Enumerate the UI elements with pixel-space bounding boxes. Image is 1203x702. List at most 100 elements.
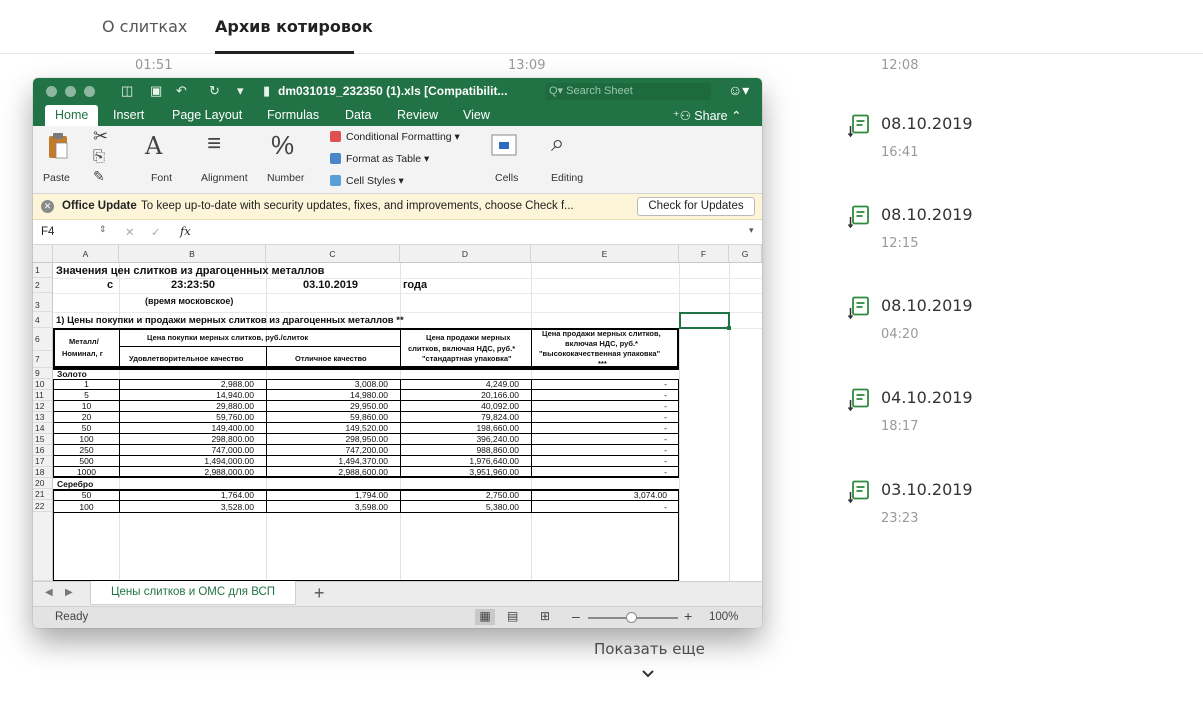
table-cell[interactable]: 5	[53, 390, 119, 401]
font-group[interactable]: A Font	[139, 126, 189, 194]
close-update-icon[interactable]: ✕	[41, 200, 54, 213]
table-cell[interactable]: 40,092.00	[400, 401, 531, 412]
table-cell[interactable]: 149,520.00	[266, 423, 400, 434]
tab-insert[interactable]: Insert	[113, 108, 144, 122]
zoom-out-icon[interactable]: –	[572, 608, 580, 624]
add-sheet-icon[interactable]: +	[314, 583, 325, 604]
table-cell[interactable]: -	[531, 401, 679, 412]
table-cell[interactable]: 988,860.00	[400, 445, 531, 456]
copy-icon[interactable]: ⎘	[93, 148, 105, 165]
table-cell[interactable]: -	[531, 423, 679, 434]
undo-icon[interactable]: ↶	[176, 83, 187, 99]
zoom-slider-thumb[interactable]	[626, 612, 637, 623]
row-header[interactable]: 13	[33, 412, 53, 423]
search-sheet-input[interactable]: Q▾ Search Sheet	[545, 83, 711, 100]
name-box[interactable]: F4	[41, 226, 54, 238]
table-cell[interactable]: -	[531, 456, 679, 467]
share-button[interactable]: ⁺⚇ Share ⌃	[673, 108, 742, 123]
fill-handle[interactable]	[727, 326, 731, 330]
page-break-view-icon[interactable]: ⊞	[540, 609, 550, 623]
function-fx-icon[interactable]: fx	[180, 224, 191, 238]
table-cell[interactable]: 3,528.00	[119, 501, 266, 513]
formula-input[interactable]	[203, 225, 753, 241]
table-cell[interactable]: -	[531, 445, 679, 456]
row-header[interactable]: 21	[33, 489, 53, 500]
cut-scissors-icon[interactable]: ✂	[93, 126, 108, 147]
row-header[interactable]: 9	[33, 368, 53, 379]
table-cell[interactable]: 79,824.00	[400, 412, 531, 423]
table-cell[interactable]: 100	[53, 501, 119, 513]
row-header[interactable]: 4	[33, 312, 53, 328]
table-cell[interactable]: 5,380.00	[400, 501, 531, 513]
show-more-link[interactable]: Показать еще	[594, 640, 705, 658]
table-cell[interactable]: 1000	[53, 467, 119, 478]
table-cell[interactable]: 298,800.00	[119, 434, 266, 445]
table-cell[interactable]: 20	[53, 412, 119, 423]
enter-check-icon[interactable]: ✓	[151, 225, 161, 239]
next-sheet-icon[interactable]: ▶	[65, 587, 73, 598]
row-header[interactable]: 18	[33, 467, 53, 478]
format-painter-icon[interactable]: ✎	[93, 168, 105, 185]
table-cell[interactable]: 2,750.00	[400, 489, 531, 501]
table-cell[interactable]: 250	[53, 445, 119, 456]
prev-sheet-icon[interactable]: ◀	[45, 587, 53, 598]
table-cell[interactable]: 747,200.00	[266, 445, 400, 456]
table-cell[interactable]: 59,860.00	[266, 412, 400, 423]
table-cell[interactable]: 59,760.00	[119, 412, 266, 423]
window-minimize-button[interactable]	[65, 86, 76, 97]
tab-page-layout[interactable]: Page Layout	[172, 108, 242, 122]
number-group[interactable]: % Number	[267, 126, 319, 194]
table-cell[interactable]: 3,008.00	[266, 379, 400, 390]
table-cell[interactable]: -	[531, 412, 679, 423]
row-header[interactable]: 12	[33, 401, 53, 412]
table-cell[interactable]: 198,660.00	[400, 423, 531, 434]
tab-home[interactable]: Home	[45, 105, 99, 126]
window-zoom-button[interactable]	[84, 86, 95, 97]
table-cell[interactable]: 2,988,600.00	[266, 467, 400, 478]
tab-formulas[interactable]: Formulas	[267, 108, 319, 122]
row-header[interactable]: 2	[33, 278, 53, 293]
tab-review[interactable]: Review	[397, 108, 438, 122]
table-cell[interactable]: 100	[53, 434, 119, 445]
tab-view[interactable]: View	[463, 108, 490, 122]
paste-group[interactable]: ✂ ⎘ ✎ Paste	[41, 126, 121, 194]
table-cell[interactable]: 3,951,960.00	[400, 467, 531, 478]
conditional-formatting-button[interactable]: Conditional Formatting ▾	[330, 131, 460, 143]
row-header[interactable]: 14	[33, 423, 53, 434]
tab-quotes-archive[interactable]: Архив котировок	[215, 17, 373, 36]
sidebar-toggle-icon[interactable]: ◫	[121, 83, 133, 99]
tab-about-bars[interactable]: О слитках	[102, 17, 187, 36]
editing-group[interactable]: ⌕ Editing	[547, 126, 597, 194]
table-cell[interactable]: 1,976,640.00	[400, 456, 531, 467]
page-layout-view-icon[interactable]: ▤	[507, 609, 518, 623]
name-box-stepper-icon[interactable]: ⇕	[99, 224, 107, 235]
table-cell[interactable]: 1	[53, 379, 119, 390]
table-cell[interactable]: 20,166.00	[400, 390, 531, 401]
expand-formula-icon[interactable]: ▾	[749, 225, 754, 236]
table-cell[interactable]: -	[531, 379, 679, 390]
chevron-down-icon[interactable]	[640, 668, 656, 680]
format-as-table-button[interactable]: Format as Table ▾	[330, 153, 429, 165]
table-cell[interactable]: 1,764.00	[119, 489, 266, 501]
save-icon[interactable]: ▣	[150, 83, 162, 99]
row-header[interactable]: 7	[33, 351, 53, 368]
cells-group[interactable]: Cells	[485, 126, 535, 194]
sheet-tab[interactable]: Цены слитков и ОМС для ВСП	[90, 581, 297, 605]
table-cell[interactable]: -	[531, 501, 679, 513]
archive-item[interactable]: 08.10.2019 12:15	[848, 205, 1148, 265]
row-header[interactable]: 16	[33, 445, 53, 456]
table-cell[interactable]: 396,240.00	[400, 434, 531, 445]
table-cell[interactable]: 14,980.00	[266, 390, 400, 401]
spreadsheet-grid[interactable]: A B C D E F G 1 2 3 4 6 7 9 10 11 12 13 …	[33, 245, 762, 581]
table-cell[interactable]: 29,880.00	[119, 401, 266, 412]
row-header[interactable]: 1	[33, 263, 53, 278]
table-cell[interactable]: -	[531, 434, 679, 445]
archive-item[interactable]: 08.10.2019 16:41	[848, 114, 1148, 174]
row-header[interactable]: 3	[33, 293, 53, 312]
table-cell[interactable]: 747,000.00	[119, 445, 266, 456]
alignment-group[interactable]: ≡ Alignment	[199, 126, 259, 194]
column-header[interactable]: G	[729, 245, 762, 263]
table-cell[interactable]: -	[531, 467, 679, 478]
row-header[interactable]: 15	[33, 434, 53, 445]
zoom-level[interactable]: 100%	[709, 611, 738, 623]
